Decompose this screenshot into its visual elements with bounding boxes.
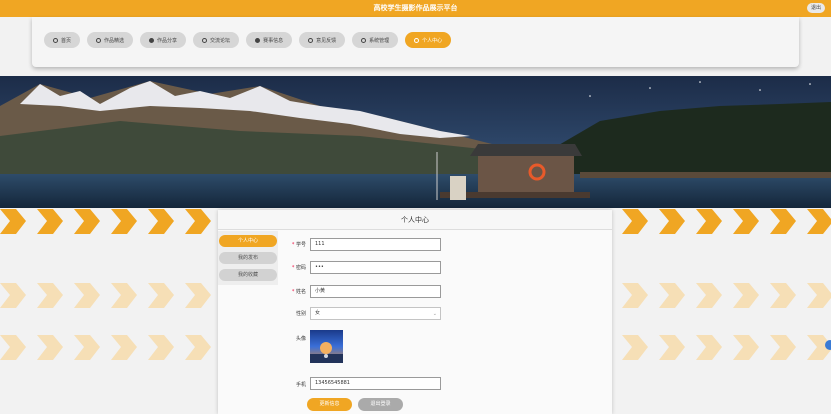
top-bar: 高校学生摄影作品展示平台 退出 [0, 0, 831, 17]
nav-label: 意见反馈 [316, 37, 337, 44]
logout-account-button[interactable]: 退出登录 [358, 398, 403, 411]
logout-button[interactable]: 退出 [807, 3, 825, 13]
site-title: 高校学生摄影作品展示平台 [373, 4, 458, 12]
profile-sidebar: 个人中心 我的发布 我的收藏 [218, 231, 278, 285]
chevron-down-icon: ⌄ [432, 311, 437, 317]
sidebar-item-my-favorites[interactable]: 我的收藏 [219, 269, 277, 281]
nav-label: 作品分享 [157, 37, 178, 44]
banner-image [0, 76, 831, 208]
share-icon [149, 37, 155, 43]
forum-icon [202, 37, 208, 43]
gender-value: 女 [315, 310, 321, 316]
sidebar-item-profile[interactable]: 个人中心 [219, 235, 277, 247]
update-info-button[interactable]: 更新信息 [307, 398, 352, 411]
picture-icon [96, 37, 102, 43]
feedback-icon [308, 37, 314, 43]
nav-label: 个人中心 [422, 37, 443, 44]
name-field[interactable]: 小黄 [310, 285, 441, 298]
nav-label: 作品精选 [104, 37, 125, 44]
nav-item-forum[interactable]: 交流论坛 [193, 32, 240, 48]
nav-label: 交流论坛 [210, 37, 231, 44]
nav-item-system[interactable]: 系统管理 [352, 32, 399, 48]
student-id-label: * 学号 [291, 242, 306, 248]
gender-select[interactable]: 女 ⌄ [310, 307, 441, 320]
nav-label: 赛事信息 [263, 37, 284, 44]
floating-side-button[interactable] [825, 340, 831, 350]
student-id-field[interactable]: 111 [310, 238, 441, 251]
password-label: * 密码 [291, 265, 306, 271]
nav-item-works[interactable]: 作品精选 [87, 32, 134, 48]
password-field[interactable]: ••• [310, 261, 441, 274]
trophy-icon [255, 37, 261, 43]
avatar-label: 头像 [295, 336, 306, 342]
user-icon [414, 37, 420, 43]
nav-item-contest[interactable]: 赛事信息 [246, 32, 293, 48]
nav-item-share[interactable]: 作品分享 [140, 32, 187, 48]
nav-label: 首页 [61, 37, 72, 44]
name-label: * 姓名 [291, 289, 306, 295]
avatar-image[interactable] [310, 330, 343, 363]
home-icon [53, 37, 58, 43]
panel-title: 个人中心 [218, 210, 612, 230]
gender-label: 性别 [295, 311, 306, 317]
nav-label: 系统管理 [369, 37, 390, 44]
sidebar-item-my-posts[interactable]: 我的发布 [219, 252, 277, 264]
main-nav: 首页 作品精选 作品分享 交流论坛 赛事信息 意见反馈 系统管理 个人中心 [44, 32, 452, 48]
phone-field[interactable]: 13456545881 [310, 377, 441, 390]
nav-item-profile[interactable]: 个人中心 [405, 32, 452, 48]
profile-panel: 个人中心 个人中心 我的发布 我的收藏 * 学号 111 * 密码 ••• * … [218, 210, 612, 414]
nav-item-feedback[interactable]: 意见反馈 [299, 32, 346, 48]
phone-label: 手机 [295, 382, 306, 388]
settings-icon [361, 37, 367, 43]
nav-item-home[interactable]: 首页 [44, 32, 81, 48]
nav-card: 首页 作品精选 作品分享 交流论坛 赛事信息 意见反馈 系统管理 个人中心 [32, 17, 799, 67]
